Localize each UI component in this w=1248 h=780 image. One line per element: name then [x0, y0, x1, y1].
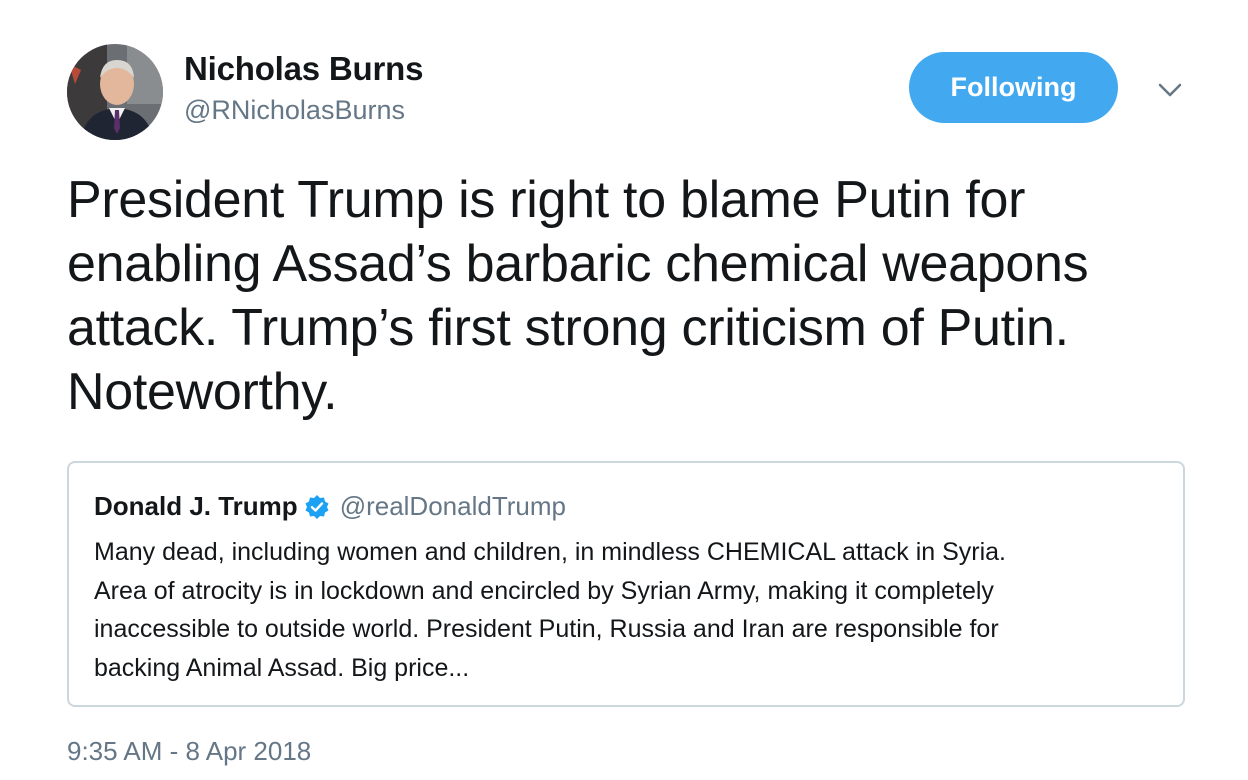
quoted-tweet-header: Donald J. Trump @realDonaldTrump — [94, 491, 566, 522]
author-handle[interactable]: @RNicholasBurns — [184, 95, 405, 126]
author-avatar[interactable] — [67, 44, 163, 140]
verified-badge-icon — [304, 494, 330, 520]
quoted-tweet[interactable]: Donald J. Trump @realDonaldTrump Many de… — [67, 461, 1185, 707]
quoted-author-handle: @realDonaldTrump — [339, 491, 566, 521]
author-display-name[interactable]: Nicholas Burns — [184, 50, 423, 88]
avatar-photo-icon — [67, 44, 163, 140]
chevron-down-icon[interactable] — [1154, 78, 1186, 102]
tweet-card: Nicholas Burns @RNicholasBurns Following… — [0, 0, 1248, 780]
following-button[interactable]: Following — [909, 52, 1118, 123]
tweet-text: President Trump is right to blame Putin … — [67, 171, 1089, 421]
tweet-timestamp[interactable]: 9:35 AM - 8 Apr 2018 — [67, 736, 311, 767]
quoted-tweet-text: Many dead, including women and children,… — [94, 538, 1006, 682]
quoted-author-name: Donald J. Trump — [94, 491, 298, 521]
